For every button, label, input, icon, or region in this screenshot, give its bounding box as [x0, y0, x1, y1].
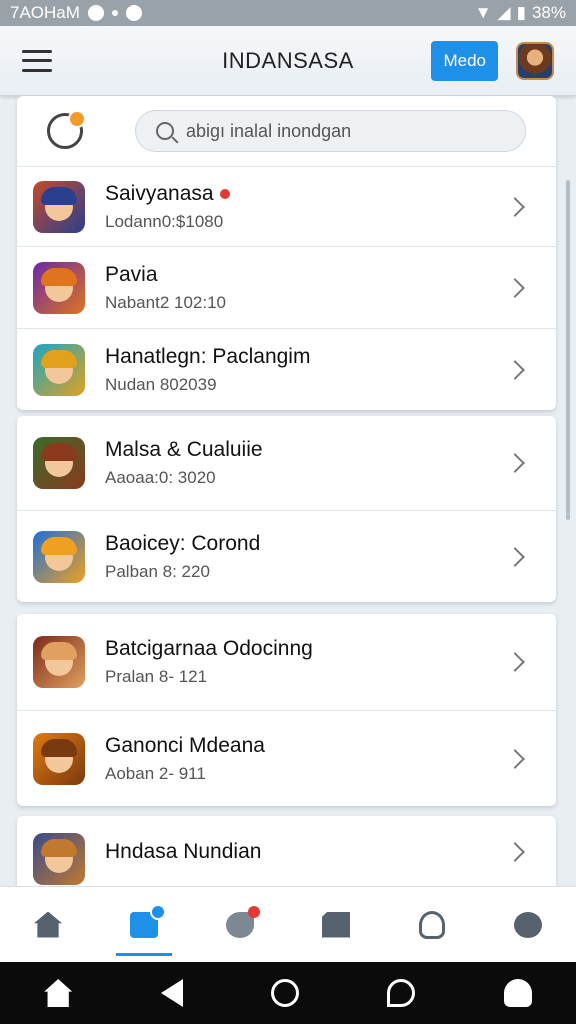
chevron-right-icon[interactable] [505, 196, 525, 217]
app-subtitle: Palban 8: 220 [105, 561, 210, 581]
status-bar: 7AOHaM ▼ ◢ ▮ 38% [0, 0, 576, 26]
app-title: Pavia [105, 262, 158, 286]
chevron-right-icon[interactable] [505, 842, 525, 862]
app-subtitle: Aaoaa:0: 3020 [105, 468, 216, 487]
card-group-2: Malsa & Cualuiie Aaoaa:0: 3020 Baoicey: … [17, 416, 556, 602]
app-row[interactable]: Baoicey: Corond Palban 8: 220 [17, 510, 556, 602]
app-icon [33, 732, 85, 785]
app-title: Baoicey: Corond [105, 531, 261, 555]
bird-icon [226, 905, 260, 938]
app-subtitle: Pralan 8- 121 [105, 667, 208, 686]
chevron-right-icon[interactable] [505, 748, 525, 769]
app-title: Hanatlegn: Paclangim [105, 344, 311, 368]
app-title: Batcigarnaa Odocinng [105, 637, 313, 660]
search-input[interactable]: abigı inalal inondgan [135, 110, 526, 152]
compass-icon [514, 911, 542, 938]
bottom-nav [0, 886, 576, 962]
search-icon [156, 122, 174, 140]
notification-status-icon [125, 5, 142, 21]
app-icon [33, 261, 85, 314]
app-subtitle: Nudan 802039 [105, 374, 217, 394]
profile-icon [419, 910, 445, 939]
nav-profile[interactable] [384, 887, 480, 962]
wifi-icon: ▼ [474, 3, 492, 22]
settings-status-icon [87, 5, 104, 21]
app-icon [33, 833, 85, 885]
card-group-4: Hndasa Nundian [17, 816, 556, 886]
app-row[interactable]: Hndasa Nundian [17, 816, 556, 886]
system-back-icon[interactable] [160, 979, 183, 1007]
app-icon [33, 180, 85, 233]
app-icon [33, 343, 85, 396]
app-icon [33, 636, 85, 688]
chevron-right-icon[interactable] [505, 546, 525, 567]
assistant-icon[interactable] [387, 979, 416, 1007]
system-nav-bar [0, 962, 576, 1024]
app-title: Ganonci Mdeana [105, 733, 265, 757]
scrollbar[interactable] [566, 180, 570, 520]
system-home-icon[interactable] [44, 979, 73, 1007]
app-icon [33, 437, 85, 489]
system-recents-icon[interactable] [270, 979, 299, 1007]
app-title: Hndasa Nundian [105, 840, 262, 863]
app-row[interactable]: Batcigarnaa Odocinng Pralan 8- 121 [17, 614, 556, 710]
avatar[interactable] [516, 41, 554, 80]
app-title: Malsa & Cualuiie [105, 438, 263, 461]
store-icon [130, 903, 166, 938]
account-icon[interactable] [503, 979, 532, 1007]
puzzle-icon [322, 911, 350, 938]
home-icon [34, 911, 62, 938]
chevron-right-icon[interactable] [505, 359, 525, 380]
card-group-1: abigı inalal inondgan Saivyanasa Lodann0… [17, 96, 556, 410]
nav-home[interactable] [0, 887, 96, 962]
battery-percent: 38% [531, 3, 566, 22]
card-group-3: Batcigarnaa Odocinng Pralan 8- 121 Ganon… [17, 614, 556, 806]
app-row[interactable]: Saivyanasa Lodann0:$1080 [17, 166, 556, 246]
carrier-label: 7AOHaM [10, 3, 80, 22]
chevron-right-icon[interactable] [505, 652, 525, 672]
nav-social[interactable] [192, 887, 288, 962]
app-row[interactable]: Pavia Nabant2 102:10 [17, 246, 556, 328]
app-row[interactable]: Malsa & Cualuiie Aaoaa:0: 3020 [17, 416, 556, 510]
chevron-right-icon[interactable] [505, 453, 525, 473]
battery-icon: ▮ [516, 3, 526, 22]
scan-icon[interactable] [47, 110, 86, 149]
dot-status-icon [111, 10, 118, 16]
app-subtitle: Lodann0:$1080 [105, 211, 224, 231]
app-bar: INDANSASA Medo [0, 26, 576, 96]
chevron-right-icon[interactable] [505, 277, 525, 298]
nav-store[interactable] [96, 887, 192, 962]
mode-button[interactable]: Medo [431, 40, 498, 81]
search-row: abigı inalal inondgan [17, 96, 556, 166]
app-subtitle: Nabant2 102:10 [105, 292, 226, 312]
nav-explore[interactable] [480, 887, 576, 962]
app-subtitle: Aoban 2- 911 [105, 763, 206, 783]
new-badge [219, 188, 230, 199]
menu-icon[interactable] [22, 49, 52, 72]
search-placeholder: abigı inalal inondgan [186, 120, 352, 141]
app-title: Saivyanasa [105, 181, 214, 205]
app-row[interactable]: Hanatlegn: Paclangim Nudan 802039 [17, 328, 556, 410]
nav-games[interactable] [288, 887, 384, 962]
app-icon [33, 530, 85, 583]
app-row[interactable]: Ganonci Mdeana Aoban 2- 911 [17, 710, 556, 806]
signal-icon: ◢ [497, 3, 511, 22]
